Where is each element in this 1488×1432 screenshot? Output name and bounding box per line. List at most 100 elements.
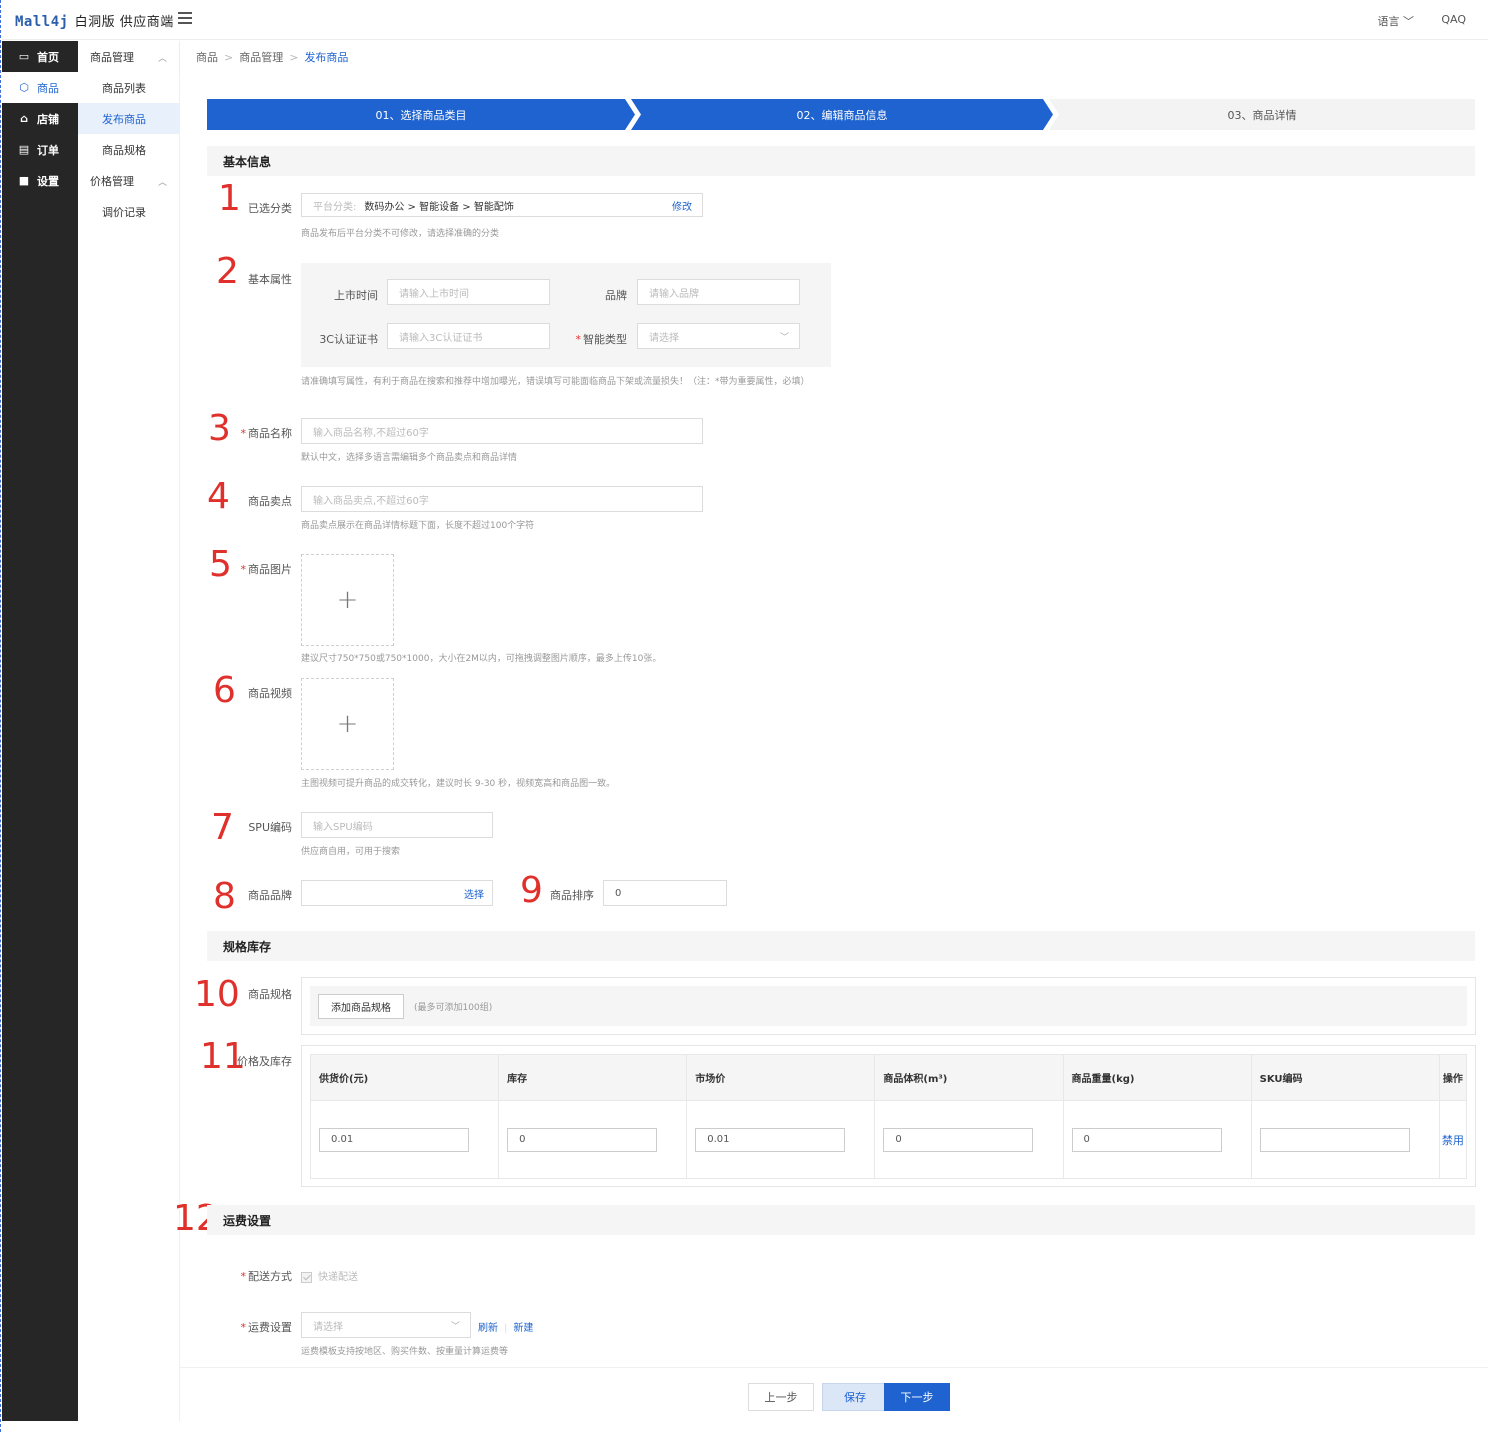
product-name-label: * 商品名称 bbox=[220, 425, 293, 441]
logo-brand: Mall4j bbox=[15, 14, 69, 30]
spu-input[interactable]: 输入SPU编码 bbox=[301, 812, 493, 838]
plus-icon: + bbox=[336, 585, 359, 615]
smart-type-text: 智能类型 bbox=[583, 333, 627, 346]
language-dropdown[interactable]: 语言 ﹀ bbox=[1378, 13, 1415, 29]
prev-step-button[interactable]: 上一步 bbox=[748, 1383, 814, 1411]
category-value: 数码办公 > 智能设备 > 智能配饰 bbox=[364, 201, 514, 213]
col-weight: 商品重量(kg) bbox=[1062, 1054, 1252, 1101]
cert-input[interactable]: 请输入3C认证证书 bbox=[387, 323, 550, 349]
attributes-help: 请准确填写属性，有利于商品在搜索和推荐中增加曝光，错误填写可能面临商品下架或流量… bbox=[301, 377, 810, 387]
menu-collapse-icon[interactable] bbox=[178, 12, 192, 26]
breadcrumb-item[interactable]: 商品管理 bbox=[239, 49, 283, 65]
brand-attr-input[interactable]: 请输入品牌 bbox=[637, 279, 800, 305]
product-name-input[interactable]: 输入商品名称,不超过60字 bbox=[301, 418, 703, 444]
subnav-group-label: 商品管理 bbox=[90, 50, 134, 64]
disable-link[interactable]: 禁用 bbox=[1442, 1134, 1464, 1147]
chevron-down-icon: ﹀ bbox=[779, 332, 789, 343]
cert-label: 3C认证证书 bbox=[319, 333, 378, 346]
product-brand-label: 商品品牌 bbox=[248, 889, 292, 902]
user-menu[interactable]: QAQ bbox=[1441, 13, 1466, 26]
required-mark: * bbox=[240, 1321, 247, 1334]
col-action: 操作 bbox=[1438, 1054, 1468, 1101]
col-stock: 库存 bbox=[498, 1054, 688, 1101]
product-name-text: 商品名称 bbox=[248, 427, 292, 440]
chevron-down-icon: ﹀ bbox=[450, 1321, 460, 1332]
subnav-item-product-spec[interactable]: 商品规格 bbox=[78, 134, 179, 165]
subnav-item-price-log[interactable]: 调价记录 bbox=[78, 196, 179, 227]
weight-input[interactable]: 0 bbox=[1071, 1127, 1222, 1152]
product-video-label: 商品视频 bbox=[248, 687, 292, 700]
nav-settings[interactable]: ■ 设置 bbox=[2, 165, 78, 196]
stock-input[interactable]: 0 bbox=[507, 1127, 658, 1152]
volume-input[interactable]: 0 bbox=[883, 1127, 1034, 1152]
spu-label: SPU编码 bbox=[248, 821, 292, 834]
cell-stock: 0 bbox=[498, 1100, 688, 1179]
delivery-option[interactable]: 快递配送 bbox=[301, 1268, 358, 1283]
nav-store[interactable]: ⌂ 店铺 bbox=[2, 103, 78, 134]
delivery-label: * 配送方式 bbox=[220, 1268, 293, 1284]
lock-icon: ■ bbox=[18, 174, 30, 187]
release-time-label: 上市时间 bbox=[334, 289, 378, 302]
subnav-group-label: 价格管理 bbox=[90, 174, 134, 188]
smart-type-placeholder: 请选择 bbox=[649, 332, 679, 344]
step-1: 01、选择商品类目 bbox=[207, 99, 635, 130]
logo: Mall4j 白洞版 供应商端 bbox=[15, 11, 174, 30]
selling-point-input[interactable]: 输入商品卖点,不超过60字 bbox=[301, 486, 703, 512]
supply-price-input[interactable]: 0.01 bbox=[319, 1127, 469, 1152]
nav-label: 订单 bbox=[37, 143, 59, 157]
nav-products[interactable]: ⬡ 商品 bbox=[2, 72, 78, 103]
freight-placeholder: 请选择 bbox=[313, 1321, 343, 1333]
breadcrumb-current: 发布商品 bbox=[304, 51, 349, 64]
price-stock-table: 供货价(元) 库存 市场价 商品体积(m³) 商品重量(kg) SKU编码 操作… bbox=[309, 1054, 1468, 1179]
delivery-text: 配送方式 bbox=[248, 1270, 292, 1283]
product-brand-field[interactable]: 选择 bbox=[301, 880, 493, 906]
next-step-button[interactable]: 下一步 bbox=[884, 1383, 950, 1411]
sku-code-input[interactable] bbox=[1259, 1127, 1410, 1152]
market-price-input[interactable]: 0.01 bbox=[695, 1127, 846, 1152]
category-edit-link[interactable]: 修改 bbox=[672, 198, 692, 213]
sort-input[interactable]: 0 bbox=[603, 880, 727, 906]
smart-type-label: * 智能类型 bbox=[551, 331, 628, 347]
freight-label: * 运费设置 bbox=[220, 1319, 293, 1335]
save-button[interactable]: 保存 bbox=[822, 1383, 888, 1411]
checkbox-icon bbox=[301, 1271, 312, 1283]
cell-volume: 0 bbox=[874, 1100, 1064, 1179]
freight-select[interactable]: 请选择 ﹀ bbox=[301, 1312, 471, 1338]
subnav-item-product-list[interactable]: 商品列表 bbox=[78, 72, 179, 103]
subnav-group-product-mgmt[interactable]: 商品管理 ︿ bbox=[78, 41, 179, 72]
selling-point-help: 商品卖点展示在商品详情标题下面，长度不超过100个字符 bbox=[301, 521, 535, 531]
breadcrumb-item[interactable]: 商品 bbox=[196, 49, 218, 65]
breadcrumb: 商品 > 商品管理 > 发布商品 bbox=[180, 41, 1488, 73]
freight-text: 运费设置 bbox=[248, 1321, 292, 1334]
subnav-item-publish-product[interactable]: 发布商品 bbox=[78, 103, 179, 134]
image-upload-button[interactable]: + bbox=[301, 554, 394, 646]
images-help: 建议尺寸750*750或750*1000，大小在2M以内，可拖拽调整图片顺序，最… bbox=[301, 654, 662, 664]
video-upload-button[interactable]: + bbox=[301, 678, 394, 770]
new-template-link[interactable]: 新建 bbox=[513, 1323, 533, 1334]
section-freight: 运费设置 bbox=[207, 1205, 1475, 1235]
cell-market-price: 0.01 bbox=[686, 1100, 876, 1179]
top-bar: Mall4j 白洞版 供应商端 语言 ﹀ QAQ bbox=[2, 0, 1488, 40]
attributes-panel: 上市时间 请输入上市时间 品牌 请输入品牌 3C认证证书 请输入3C认证证书 *… bbox=[301, 263, 831, 367]
col-sku-code: SKU编码 bbox=[1250, 1054, 1440, 1101]
category-prefix: 平台分类: bbox=[313, 201, 357, 213]
col-volume: 商品体积(m³) bbox=[874, 1054, 1064, 1101]
nav-orders[interactable]: ▤ 订单 bbox=[2, 134, 78, 165]
smart-type-select[interactable]: 请选择 ﹀ bbox=[637, 323, 800, 349]
breadcrumb-separator-icon: > bbox=[289, 50, 299, 64]
product-images-text: 商品图片 bbox=[248, 563, 292, 576]
nav-home[interactable]: ▭ 首页 bbox=[2, 41, 78, 72]
cell-sku-code bbox=[1250, 1100, 1440, 1179]
brand-attr-label: 品牌 bbox=[605, 289, 627, 302]
chevron-up-icon: ︿ bbox=[157, 178, 167, 188]
brand-select-link[interactable]: 选择 bbox=[464, 886, 484, 901]
cell-action: 禁用 bbox=[1438, 1100, 1468, 1179]
plus-icon: + bbox=[336, 709, 359, 739]
document-icon: ▤ bbox=[18, 143, 30, 156]
release-time-input[interactable]: 请输入上市时间 bbox=[387, 279, 550, 305]
add-spec-button[interactable]: 添加商品规格 bbox=[318, 993, 404, 1019]
refresh-link[interactable]: 刷新 bbox=[478, 1323, 498, 1334]
subnav-group-price-mgmt[interactable]: 价格管理 ︿ bbox=[78, 165, 179, 196]
col-market-price: 市场价 bbox=[686, 1054, 876, 1101]
cube-icon: ⬡ bbox=[19, 81, 29, 94]
